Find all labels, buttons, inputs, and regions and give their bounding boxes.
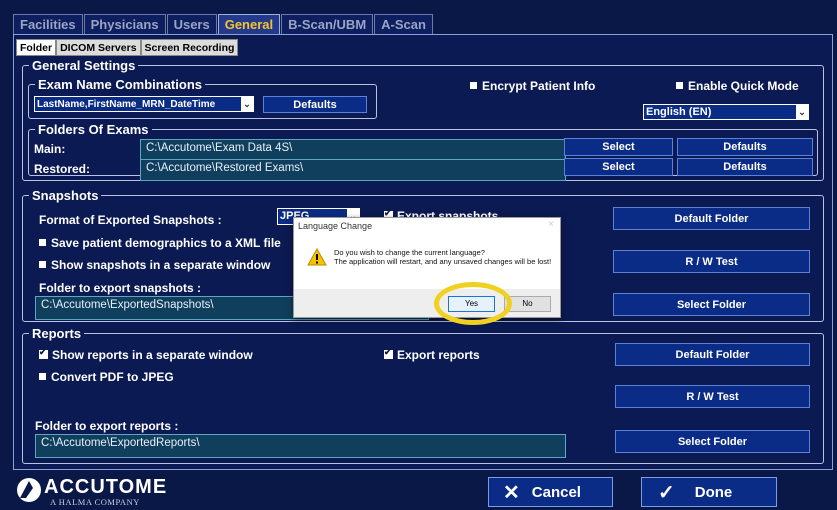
tab-general[interactable]: General [217, 14, 281, 34]
language-select[interactable]: English (EN) ⌄ [643, 104, 809, 120]
language-select-value: English (EN) [646, 106, 712, 118]
done-label: Done [694, 483, 733, 501]
snapshot-format-label: Format of Exported Snapshots : [39, 213, 222, 227]
main-defaults-button[interactable]: Defaults [677, 138, 813, 156]
report-select-folder-button[interactable]: Select Folder [615, 430, 810, 453]
accutome-logo: ACCUTOME A HALMA COMPANY [16, 475, 166, 508]
convert-pdf-option[interactable]: Convert PDF to JPEG [39, 370, 174, 384]
export-reports-option[interactable]: Export reports [384, 347, 480, 362]
restored-folder-path[interactable]: C:\Accutome\Restored Exams\ [140, 159, 566, 181]
checkbox-icon [39, 239, 46, 246]
top-tab-bar: Facilities Physicians Users General B-Sc… [13, 14, 433, 34]
restored-select-button[interactable]: Select [564, 158, 673, 176]
dialog-title: Language Change [298, 221, 373, 231]
general-settings-legend: General Settings [32, 58, 136, 73]
report-default-folder-button[interactable]: Default Folder [615, 343, 810, 366]
exam-name-legend: Exam Name Combinations [38, 77, 202, 92]
folders-of-exams-legend: Folders Of Exams [38, 122, 149, 137]
chevron-down-icon: ⌄ [796, 105, 808, 119]
reports-separate-label: Show reports in a separate window [52, 348, 253, 362]
convert-pdf-label: Convert PDF to JPEG [51, 370, 174, 384]
brand-subtitle: A HALMA COMPANY [50, 497, 140, 507]
subtab-dicom-servers[interactable]: DICOM Servers [56, 39, 141, 56]
snapshot-default-folder-button[interactable]: Default Folder [613, 207, 810, 230]
restored-defaults-button[interactable]: Defaults [677, 158, 813, 176]
export-reports-label: Export reports [397, 348, 480, 362]
logo-mark-icon [17, 478, 41, 502]
cancel-label: Cancel [531, 483, 581, 501]
checkbox-checked-icon [384, 347, 393, 359]
exam-name-combo-value: LastName,FirstName_MRN_DateTime [37, 99, 216, 110]
main-select-button[interactable]: Select [564, 138, 673, 156]
snapshots-separate-window-option[interactable]: Show snapshots in a separate window [39, 258, 270, 272]
tab-users[interactable]: Users [166, 14, 217, 34]
encrypt-label: Encrypt Patient Info [482, 79, 596, 93]
report-folder-label: Folder to export reports : [35, 419, 179, 433]
snapshot-select-folder-button[interactable]: Select Folder [613, 293, 810, 316]
checkbox-icon [676, 82, 683, 89]
tab-ascan[interactable]: A-Scan [374, 14, 433, 34]
subtab-folder[interactable]: Folder [16, 39, 57, 56]
checkbox-icon [39, 373, 46, 380]
sub-tab-bar: Folder DICOM Servers Screen Recording [16, 39, 239, 56]
brand-name: ACCUTOME [44, 476, 168, 498]
snapshots-legend: Snapshots [32, 188, 99, 203]
tab-facilities[interactable]: Facilities [13, 14, 83, 34]
main-folder-path[interactable]: C:\Accutome\Exam Data 4S\ [140, 139, 566, 161]
restored-folder-label: Restored: [34, 162, 91, 176]
language-change-dialog: Language Change × Do you wish to change … [293, 217, 561, 318]
cancel-button[interactable]: ✕ Cancel [488, 477, 613, 507]
snapshots-separate-label: Show snapshots in a separate window [51, 258, 271, 272]
report-rw-test-button[interactable]: R / W Test [615, 385, 810, 408]
check-icon: ✓ [658, 481, 675, 504]
encrypt-patient-info-option[interactable]: Encrypt Patient Info [470, 79, 595, 93]
close-icon: ✕ [503, 481, 520, 504]
done-button[interactable]: ✓ Done [641, 477, 777, 507]
checkbox-checked-icon [39, 347, 48, 359]
snapshot-folder-label: Folder to export snapshots : [39, 281, 202, 295]
quick-mode-label: Enable Quick Mode [688, 79, 799, 93]
yes-button-highlight [434, 282, 512, 325]
main-folder-label: Main: [34, 142, 66, 156]
save-xml-label: Save patient demographics to a XML file [51, 236, 281, 250]
report-folder-path[interactable]: C:\Accutome\ExportedReports\ [35, 434, 566, 458]
warning-icon [307, 248, 327, 266]
reports-legend: Reports [32, 326, 82, 341]
exam-name-combo[interactable]: LastName,FirstName_MRN_DateTime ⌄ [34, 96, 254, 112]
reports-separate-window-option[interactable]: Show reports in a separate window [39, 347, 253, 362]
dialog-message: Do you wish to change the current langua… [334, 248, 552, 266]
subtab-screen-recording[interactable]: Screen Recording [140, 39, 239, 56]
save-xml-option[interactable]: Save patient demographics to a XML file [39, 236, 281, 250]
tab-bscan-ubm[interactable]: B-Scan/UBM [281, 14, 374, 34]
enable-quick-mode-option[interactable]: Enable Quick Mode [676, 79, 799, 93]
snapshot-rw-test-button[interactable]: R / W Test [613, 250, 810, 273]
checkbox-icon [39, 261, 46, 268]
close-icon[interactable]: × [548, 219, 554, 230]
checkbox-icon [470, 82, 477, 89]
tab-physicians[interactable]: Physicians [83, 14, 166, 34]
chevron-down-icon: ⌄ [241, 97, 253, 111]
dialog-footer: Yes No [294, 289, 560, 317]
exam-name-defaults-button[interactable]: Defaults [263, 96, 367, 113]
